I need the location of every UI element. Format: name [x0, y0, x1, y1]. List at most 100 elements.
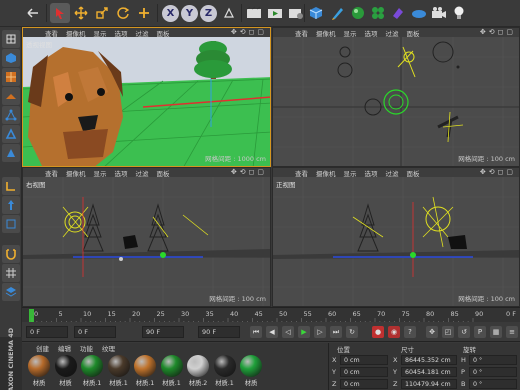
menu-display[interactable]: 显示 — [344, 28, 357, 38]
menu-panel[interactable]: 面板 — [407, 28, 420, 38]
scale-icon[interactable] — [92, 3, 112, 23]
menu-panel[interactable]: 面板 — [407, 168, 420, 178]
current-frame-field[interactable]: 0 F — [26, 326, 68, 338]
rotation-h-field[interactable]: 0 ° — [469, 355, 517, 365]
menu-camera[interactable]: 摄像机 — [316, 28, 336, 38]
menu-filter[interactable]: 过滤 — [386, 168, 399, 178]
auto-key-icon[interactable]: ◉ — [388, 326, 400, 338]
key-param-icon[interactable]: P — [474, 326, 486, 338]
render-settings-icon[interactable] — [286, 3, 306, 23]
key-pla-icon[interactable]: ▦ — [490, 326, 502, 338]
go-to-start-icon[interactable]: ⏮ — [250, 326, 262, 338]
deformer-icon[interactable] — [388, 3, 408, 23]
snap-icon[interactable] — [2, 245, 20, 263]
play-icon[interactable]: ▶ — [298, 326, 310, 338]
z-axis-lock[interactable]: Z — [200, 5, 217, 22]
loop-icon[interactable]: ↻ — [346, 326, 358, 338]
light-icon[interactable] — [449, 3, 469, 23]
tweak-mode-icon[interactable] — [2, 196, 20, 214]
perspective-viewport[interactable]: 查看 摄像机 显示 选项 过滤 面板 ✥⟲◻▢ 透视视图 网格间距 : 1000… — [22, 27, 271, 167]
solo-icon[interactable] — [2, 215, 20, 233]
timeline-ruler[interactable]: 0 5 10 15 20 25 30 35 40 45 50 55 60 65 70 75 80 85 90 0 F — [22, 307, 520, 323]
cube-icon[interactable] — [306, 3, 326, 23]
grid-snap-icon[interactable] — [2, 264, 20, 282]
array-icon[interactable] — [368, 3, 388, 23]
size-x-field[interactable]: 86445.352 cm — [401, 355, 457, 365]
menu-filter[interactable]: 过滤 — [386, 28, 399, 38]
menu-view[interactable]: 查看 — [295, 168, 308, 178]
menu-panel[interactable]: 面板 — [157, 28, 170, 38]
viewport-nav-icons[interactable]: ✥⟲◻▢ — [231, 28, 267, 36]
right-viewport[interactable]: 查看 摄像机 显示 选项 过滤 面板 ✥⟲◻▢ 右视图 网格间距 : 100 c… — [22, 167, 271, 307]
x-axis-lock[interactable]: X — [162, 5, 179, 22]
undo-icon[interactable] — [22, 3, 42, 23]
viewport-nav-icons[interactable]: ✥⟲◻▢ — [231, 168, 267, 176]
menu-display[interactable]: 显示 — [94, 28, 107, 38]
polygons-mode-icon[interactable] — [2, 144, 20, 162]
front-viewport[interactable]: 查看 摄像机 显示 选项 过滤 面板 ✥⟲◻▢ 正视图 网格间距 : 100 c… — [272, 167, 520, 307]
camera-icon[interactable] — [429, 3, 449, 23]
texture-mode-icon[interactable] — [2, 68, 20, 86]
edges-mode-icon[interactable] — [2, 125, 20, 143]
prev-key-icon[interactable]: ◀ — [266, 326, 278, 338]
rotate-icon[interactable] — [113, 3, 133, 23]
subdivision-icon[interactable] — [348, 3, 368, 23]
floor-icon[interactable] — [409, 3, 429, 23]
material-swatch[interactable]: 材质.1 — [79, 355, 105, 387]
next-frame-icon[interactable]: ▷ — [314, 326, 326, 338]
material-swatch[interactable]: 材质.1 — [132, 355, 158, 387]
world-coords-icon[interactable] — [219, 3, 239, 23]
y-axis-lock[interactable]: Y — [181, 5, 198, 22]
menu-filter[interactable]: 过滤 — [136, 28, 149, 38]
start-frame-field[interactable]: 0 F — [74, 326, 116, 338]
menu-create[interactable]: 创建 — [36, 343, 49, 353]
max-frame-field[interactable]: 90 F — [198, 326, 240, 338]
workplane-icon[interactable] — [2, 87, 20, 105]
menu-function[interactable]: 功能 — [80, 343, 93, 353]
menu-panel[interactable]: 面板 — [157, 168, 170, 178]
material-swatch[interactable]: 材质 — [26, 355, 52, 387]
material-swatch[interactable]: 材质 — [53, 355, 79, 387]
menu-options[interactable]: 选项 — [365, 28, 378, 38]
key-rotation-icon[interactable]: ↺ — [458, 326, 470, 338]
prev-frame-icon[interactable]: ◁ — [282, 326, 294, 338]
menu-options[interactable]: 选项 — [365, 168, 378, 178]
menu-filter[interactable]: 过滤 — [136, 168, 149, 178]
key-scale-icon[interactable]: ◰ — [442, 326, 454, 338]
keyframe-selection-icon[interactable]: ? — [404, 326, 416, 338]
size-z-field[interactable]: 110479.94 cm — [401, 379, 457, 389]
layer-icon[interactable] — [2, 283, 20, 301]
key-position-icon[interactable]: ✥ — [426, 326, 438, 338]
timeline-menu-icon[interactable]: ≡ — [506, 326, 518, 338]
record-icon[interactable]: ● — [372, 326, 384, 338]
select-icon[interactable] — [50, 3, 70, 23]
make-editable-icon[interactable] — [2, 30, 20, 48]
menu-display[interactable]: 显示 — [94, 168, 107, 178]
position-z-field[interactable]: 0 cm — [340, 379, 388, 389]
menu-view[interactable]: 查看 — [45, 168, 58, 178]
material-swatch[interactable]: 材质.1 — [106, 355, 132, 387]
menu-view[interactable]: 查看 — [295, 28, 308, 38]
menu-camera[interactable]: 摄像机 — [66, 28, 86, 38]
material-swatch[interactable]: 材质.2 — [185, 355, 211, 387]
add-icon[interactable] — [134, 3, 154, 23]
render-icon[interactable] — [265, 3, 285, 23]
pen-icon[interactable] — [328, 3, 348, 23]
top-viewport[interactable]: 查看 摄像机 显示 选项 过滤 面板 ✥⟲◻▢ 网格间距 : 100 cm — [272, 27, 520, 167]
position-y-field[interactable]: 0 cm — [340, 367, 388, 377]
material-swatch[interactable]: 材质 — [238, 355, 264, 387]
position-x-field[interactable]: 0 cm — [340, 355, 388, 365]
axis-mode-icon[interactable] — [2, 177, 20, 195]
menu-display[interactable]: 显示 — [344, 168, 357, 178]
material-swatch[interactable]: 材质.1 — [159, 355, 185, 387]
size-y-field[interactable]: 60454.181 cm — [401, 367, 457, 377]
model-mode-icon[interactable] — [2, 49, 20, 67]
menu-view[interactable]: 查看 — [45, 28, 58, 38]
menu-camera[interactable]: 摄像机 — [316, 168, 336, 178]
viewport-nav-icons[interactable]: ✥⟲◻▢ — [480, 28, 516, 36]
menu-options[interactable]: 选项 — [115, 28, 128, 38]
rotation-b-field[interactable]: 0 ° — [469, 379, 517, 389]
menu-options[interactable]: 选项 — [115, 168, 128, 178]
go-to-end-icon[interactable]: ⏭ — [330, 326, 342, 338]
render-view-icon[interactable] — [244, 3, 264, 23]
